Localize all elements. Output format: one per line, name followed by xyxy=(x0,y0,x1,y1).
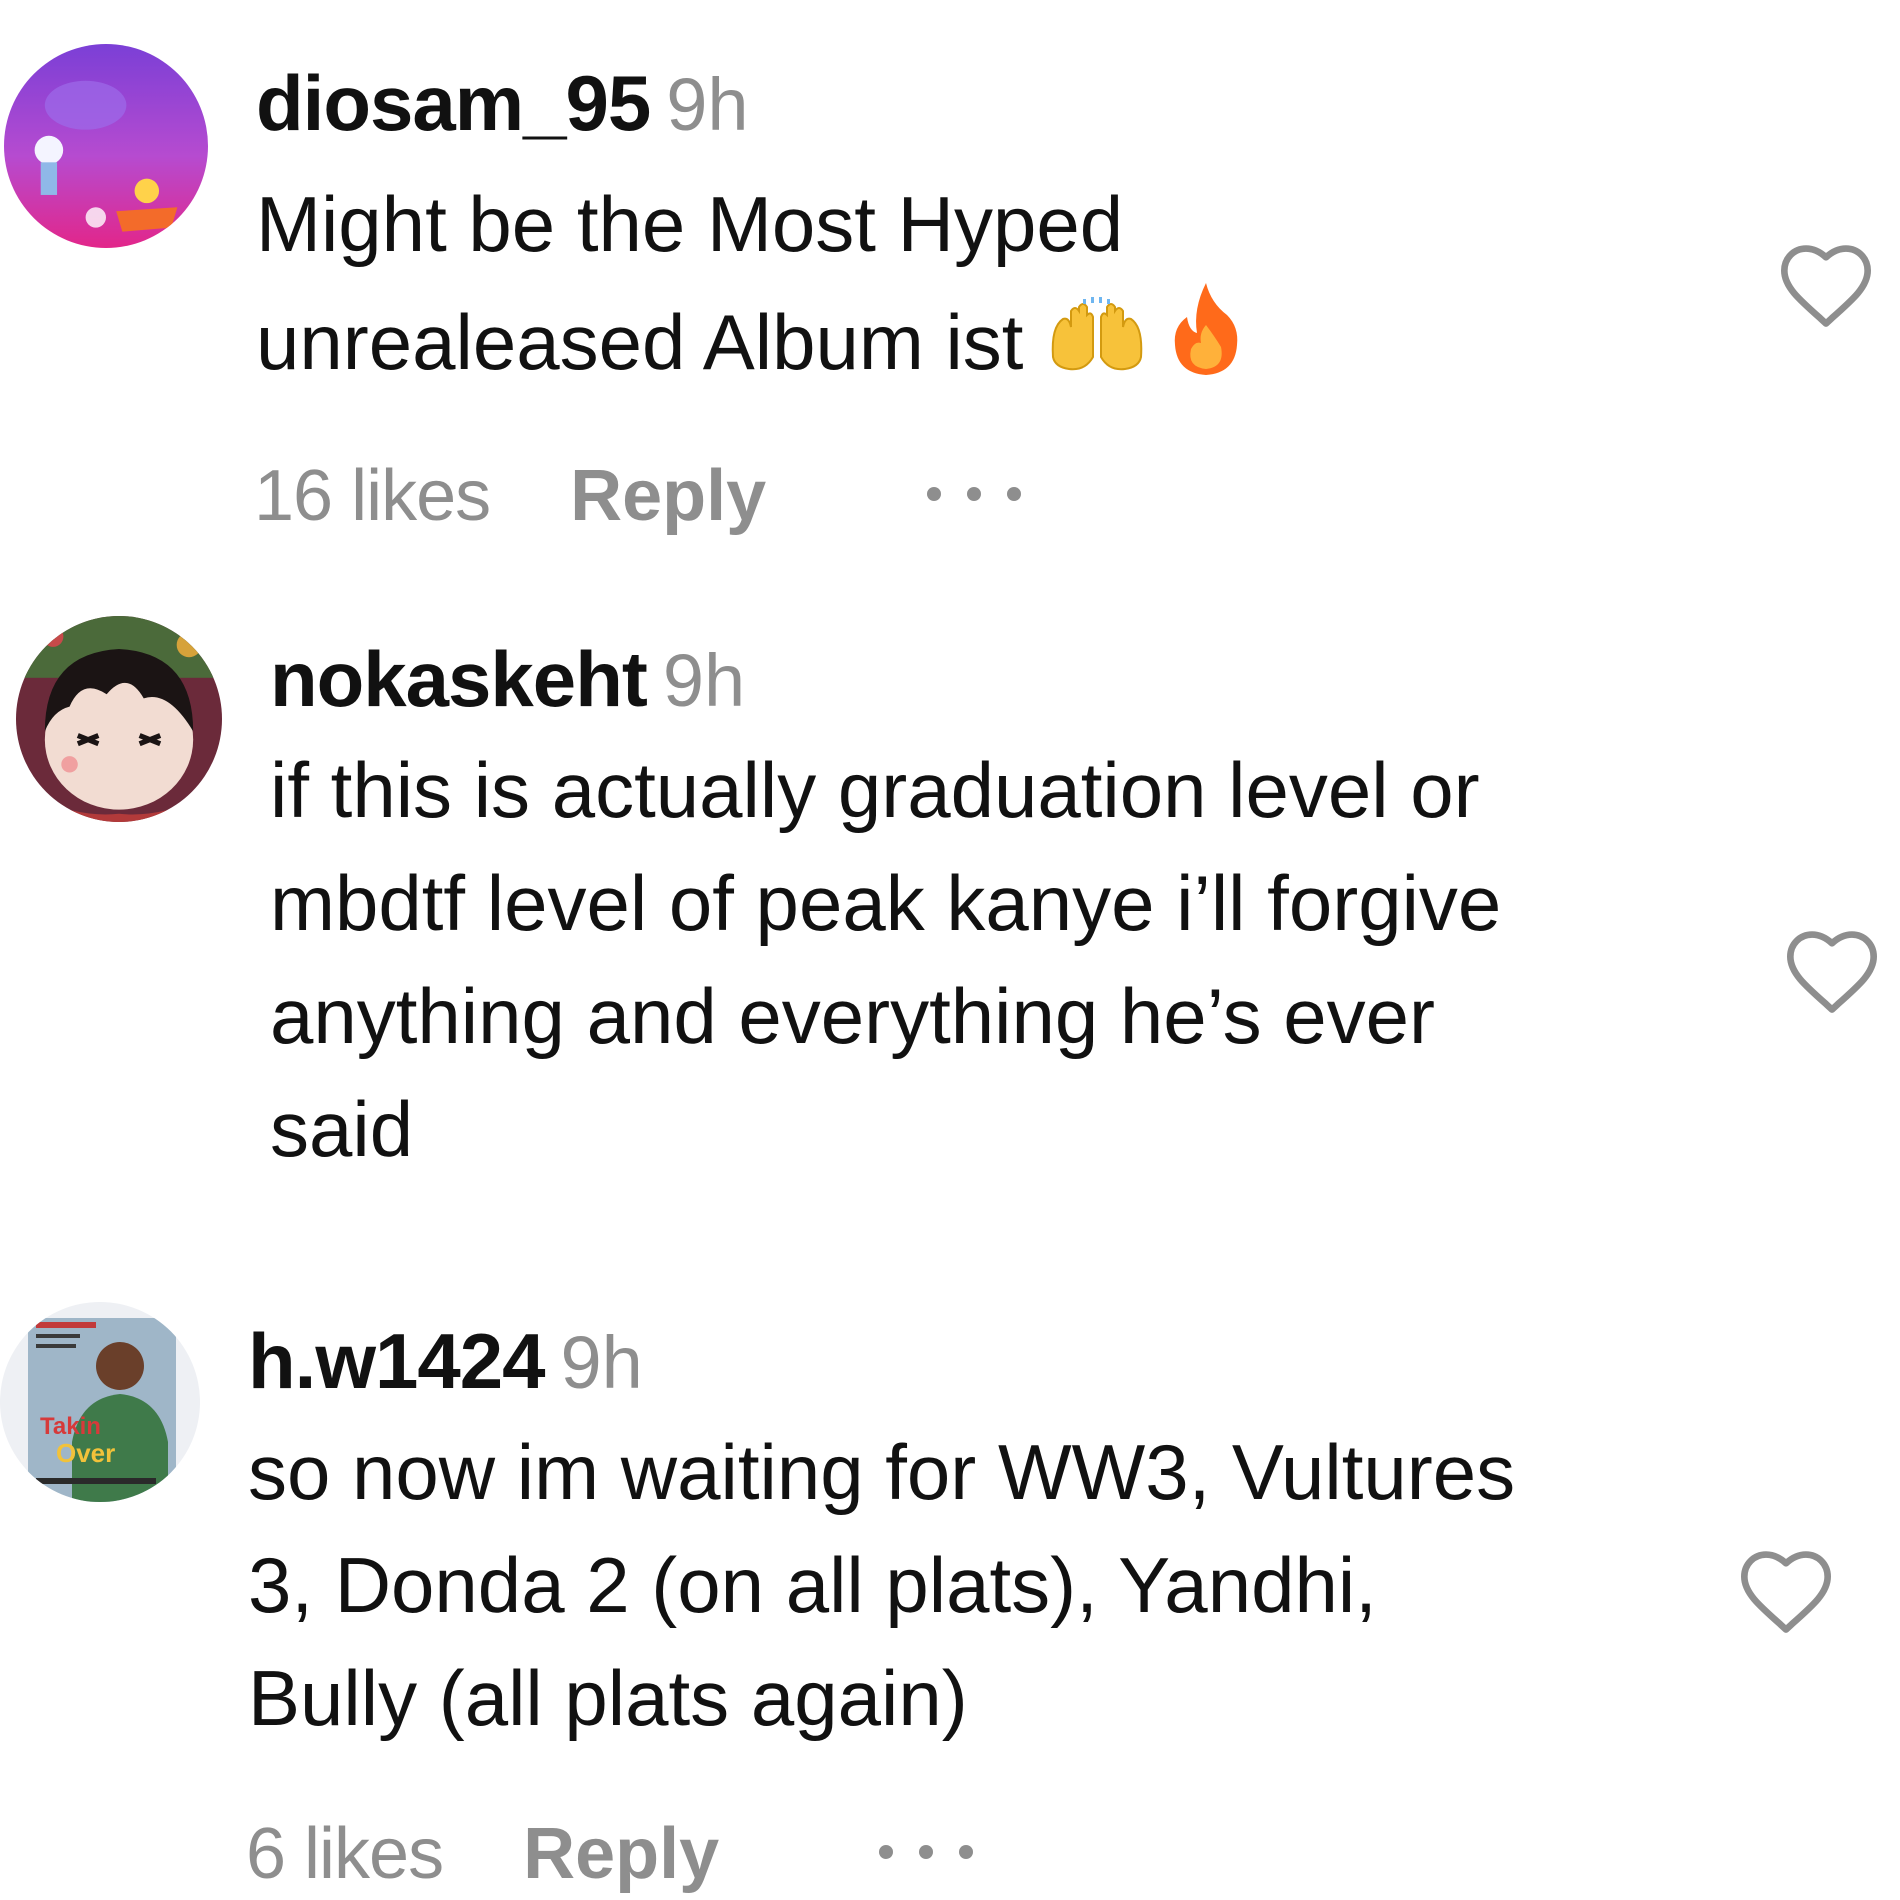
comments-screen: { "comments": [ { "username": "diosam_95… xyxy=(0,0,1900,1900)
more-options-icon xyxy=(879,1845,973,1859)
comment-actions: 6 likes Reply xyxy=(246,1818,719,1890)
comment-item: Takin Over h.w1424 9h so now im waiting f… xyxy=(0,0,1900,1900)
like-button[interactable] xyxy=(1736,1544,1836,1636)
reply-button[interactable]: Reply xyxy=(523,1814,719,1894)
svg-text:Over: Over xyxy=(56,1438,115,1468)
comment-line: 3, Donda 2 (on all plats), Yandhi, xyxy=(248,1541,1377,1629)
svg-text:Takin: Takin xyxy=(40,1413,101,1440)
comment-line: so now im waiting for WW3, Vultures xyxy=(248,1428,1516,1516)
more-options-button[interactable] xyxy=(876,1842,976,1862)
comment-line: Bully (all plats again) xyxy=(248,1654,968,1742)
username[interactable]: h.w1424 xyxy=(248,1317,546,1405)
avatar[interactable]: Takin Over xyxy=(0,1302,200,1502)
timestamp: 9h xyxy=(560,1321,643,1404)
comment-header: h.w1424 9h xyxy=(248,1322,643,1400)
likes-count[interactable]: 6 likes xyxy=(246,1814,444,1894)
comment-text: so now im waiting for WW3, Vultures 3, D… xyxy=(248,1416,1515,1755)
heart-outline-icon xyxy=(1741,1551,1831,1633)
avatar-image: Takin Over xyxy=(0,1302,200,1502)
